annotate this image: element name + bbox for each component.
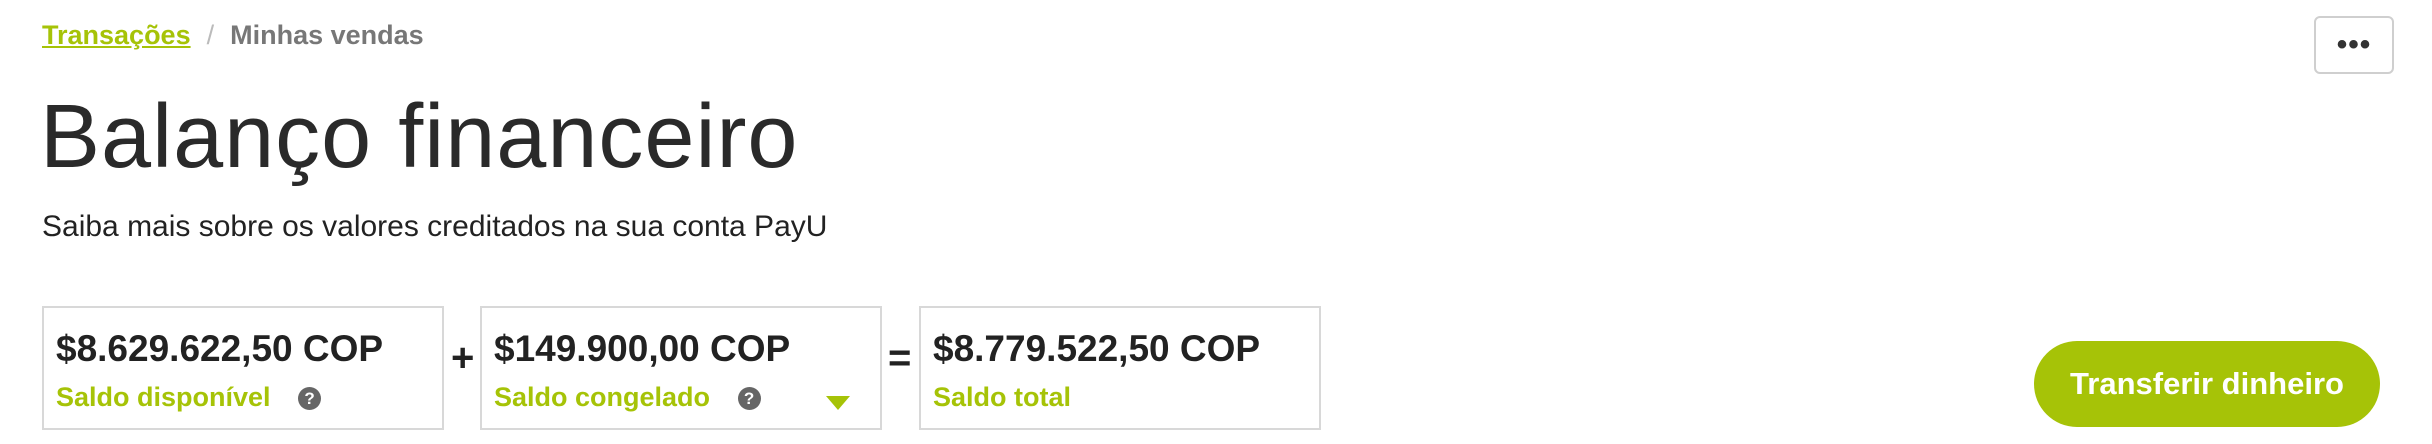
breadcrumb-current: Minhas vendas bbox=[230, 20, 424, 50]
help-icon[interactable]: ? bbox=[737, 387, 761, 410]
available-balance-card: $8.629.622,50 COP Saldo disponível ? bbox=[42, 306, 444, 430]
total-balance-label: Saldo total bbox=[933, 382, 1072, 412]
breadcrumb: Transações / Minhas vendas bbox=[42, 20, 424, 51]
plus-operator: + bbox=[451, 336, 475, 380]
breadcrumb-link-transacoes[interactable]: Transações bbox=[42, 20, 191, 51]
more-dots-icon: ••• bbox=[2336, 28, 2372, 61]
page-subtitle: Saiba mais sobre os valores creditados n… bbox=[42, 210, 828, 243]
chevron-down-icon[interactable] bbox=[826, 396, 850, 410]
transfer-money-button[interactable]: Transferir dinheiro bbox=[2034, 341, 2380, 427]
equals-operator: = bbox=[888, 336, 912, 380]
more-options-button[interactable]: ••• bbox=[2314, 16, 2394, 74]
breadcrumb-separator: / bbox=[206, 20, 215, 50]
frozen-balance-amount: $149.900,00 COP bbox=[494, 328, 791, 369]
page-title: Balanço financeiro bbox=[40, 87, 799, 187]
total-balance-amount: $8.779.522,50 COP bbox=[933, 328, 1261, 369]
help-icon[interactable]: ? bbox=[298, 387, 322, 410]
available-balance-label-row: Saldo disponível ? bbox=[56, 382, 322, 413]
available-balance-amount: $8.629.622,50 COP bbox=[56, 328, 384, 369]
available-balance-label: Saldo disponível bbox=[56, 382, 271, 412]
frozen-balance-label: Saldo congelado bbox=[494, 382, 711, 412]
total-balance-card: $8.779.522,50 COP Saldo total bbox=[919, 306, 1321, 430]
frozen-balance-card[interactable]: $149.900,00 COP Saldo congelado ? bbox=[480, 306, 882, 430]
frozen-balance-label-row: Saldo congelado ? bbox=[494, 382, 761, 413]
